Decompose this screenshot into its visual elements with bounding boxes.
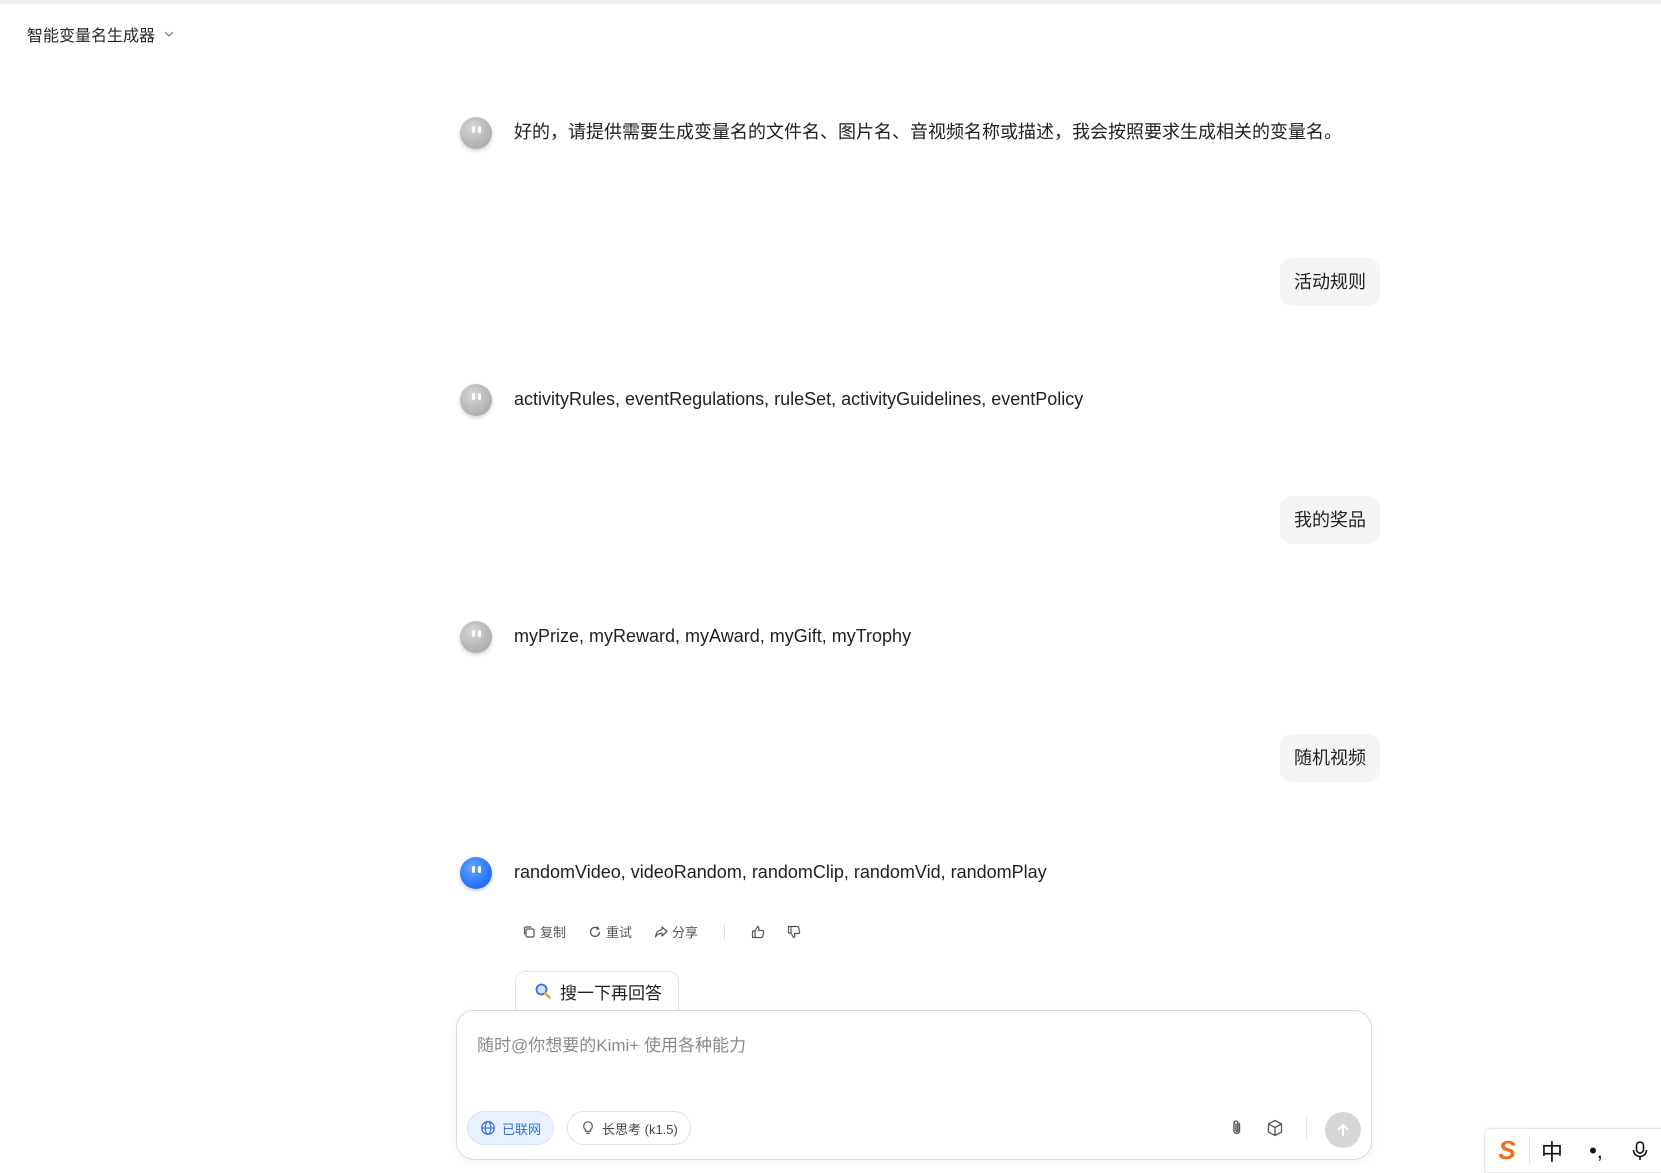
search-again-button[interactable]: 搜一下再回答: [515, 971, 679, 1010]
thumbs-down-button[interactable]: [787, 925, 801, 939]
copy-label: 复制: [540, 925, 567, 940]
divider: [1306, 1117, 1307, 1139]
long-think-label: 长思考 (k1.5): [602, 1121, 678, 1137]
arrow-up-icon: [1337, 1124, 1349, 1137]
bot-message: myPrize, myReward, myAward, myGift, myTr…: [460, 621, 1360, 653]
search-again-label: 搜一下再回答: [560, 983, 662, 1003]
window-top-strip: [0, 0, 1661, 4]
web-search-toggle[interactable]: 已联网: [467, 1111, 555, 1145]
share-label: 分享: [672, 925, 699, 940]
send-button[interactable]: [1325, 1112, 1361, 1148]
magnifier-icon: [535, 983, 551, 999]
cube-icon[interactable]: [1265, 1118, 1285, 1138]
bot-message-text: myPrize, myReward, myAward, myGift, myTr…: [514, 626, 912, 646]
share-icon: [654, 925, 668, 938]
message-actions: 复制 重试 分享: [522, 922, 801, 941]
chat-input[interactable]: [475, 1025, 1339, 1067]
ime-logo[interactable]: S: [1485, 1135, 1529, 1166]
kimi-avatar: [460, 384, 492, 416]
retry-button[interactable]: 重试: [588, 922, 632, 941]
message-composer: 已联网 长思考 (k1.5): [456, 1010, 1372, 1160]
globe-icon: [481, 1121, 495, 1135]
bot-message-latest: randomVideo, videoRandom, randomClip, ra…: [460, 857, 1360, 889]
bot-message-text: randomVideo, videoRandom, randomClip, ra…: [514, 862, 1047, 882]
user-message: 随机视频: [1280, 734, 1380, 782]
thumbs-down-icon: [787, 925, 801, 938]
thumbs-up-icon: [751, 925, 765, 938]
user-message: 活动规则: [1280, 258, 1380, 306]
kimi-avatar: [460, 117, 492, 149]
web-search-label: 已联网: [502, 1121, 542, 1137]
ime-punctuation-toggle[interactable]: •,: [1574, 1138, 1618, 1164]
bot-message: 好的，请提供需要生成变量名的文件名、图片名、音视频名称或描述，我会按照要求生成相…: [460, 117, 1360, 149]
divider: [724, 923, 726, 940]
kimi-avatar: [460, 621, 492, 653]
retry-label: 重试: [606, 925, 633, 940]
refresh-icon: [589, 925, 601, 937]
assistant-title-dropdown[interactable]: 智能变量名生成器: [27, 22, 175, 46]
ime-toolbar: S 中 •,: [1484, 1128, 1661, 1173]
bot-message-text: activityRules, eventRegulations, ruleSet…: [514, 389, 1084, 409]
microphone-icon[interactable]: [1618, 1140, 1661, 1162]
bot-message: activityRules, eventRegulations, ruleSet…: [460, 384, 1360, 416]
user-message: 我的奖品: [1280, 496, 1380, 544]
bot-message-text: 好的，请提供需要生成变量名的文件名、图片名、音视频名称或描述，我会按照要求生成相…: [514, 122, 1342, 142]
assistant-title: 智能变量名生成器: [27, 28, 156, 45]
copy-button[interactable]: 复制: [522, 922, 566, 941]
thumbs-up-button[interactable]: [751, 925, 765, 939]
lightbulb-icon: [583, 1121, 593, 1134]
paperclip-icon[interactable]: [1227, 1118, 1247, 1138]
copy-icon: [523, 925, 535, 938]
kimi-avatar-active: [460, 857, 492, 889]
ime-mode-toggle[interactable]: 中: [1530, 1135, 1574, 1167]
chevron-down-icon: [164, 31, 174, 37]
long-think-toggle[interactable]: 长思考 (k1.5): [567, 1111, 691, 1145]
share-button[interactable]: 分享: [654, 922, 698, 941]
